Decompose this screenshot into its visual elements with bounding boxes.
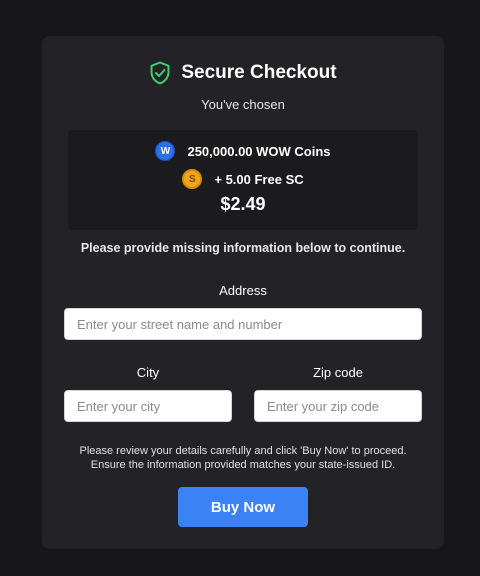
zip-input[interactable] xyxy=(254,390,422,422)
bonus-amount: + 5.00 Free SC xyxy=(214,171,304,187)
page-title: Secure Checkout xyxy=(181,62,337,83)
city-input[interactable] xyxy=(64,390,232,422)
price: $2.49 xyxy=(220,194,266,214)
buy-now-button[interactable]: Buy Now xyxy=(178,487,308,527)
shield-check-icon xyxy=(149,61,171,85)
wow-coin-icon: W xyxy=(155,141,176,161)
checkout-header: Secure Checkout xyxy=(42,58,444,88)
sc-coin-icon: S xyxy=(182,169,203,189)
bonus-row: S + 5.00 Free SC xyxy=(68,167,418,191)
missing-info-notice: Please provide missing information below… xyxy=(80,241,406,255)
city-label: City xyxy=(136,365,160,380)
coins-amount: 250,000.00 WOW Coins xyxy=(187,143,331,159)
zip-label: Zip code xyxy=(313,365,363,380)
checkout-card: Secure Checkout You've chosen W 250,000.… xyxy=(42,36,444,549)
disclaimer-line-1: Please review your details carefully and… xyxy=(79,445,407,457)
address-input[interactable] xyxy=(64,308,422,340)
review-disclaimer: Please review your details carefully and… xyxy=(42,444,444,472)
coins-row: W 250,000.00 WOW Coins xyxy=(68,139,418,163)
address-label: Address xyxy=(219,283,267,298)
purchase-summary: W 250,000.00 WOW Coins S + 5.00 Free SC … xyxy=(68,130,418,230)
selection-subtitle: You've chosen xyxy=(201,97,285,112)
disclaimer-line-2: Ensure the information provided matches … xyxy=(90,459,396,471)
